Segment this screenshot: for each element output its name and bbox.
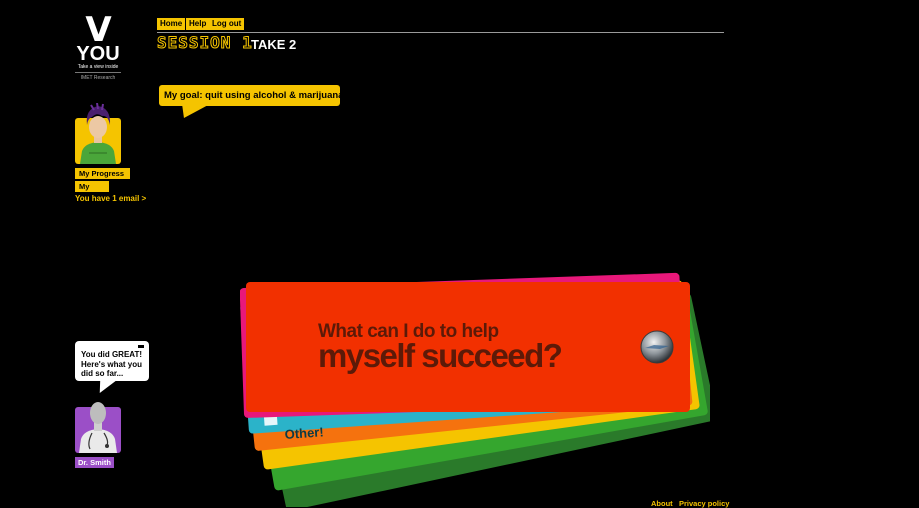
- goal-bubble-tail: [173, 104, 211, 118]
- doctor-bubble-line: did so far...: [81, 369, 124, 378]
- logo-divider: [75, 72, 121, 73]
- logout-button[interactable]: Log out: [209, 18, 245, 30]
- card-question-line2: myself succeed?: [318, 337, 563, 374]
- user-avatar[interactable]: [75, 103, 121, 164]
- doctor-bubble-tail: [93, 379, 119, 393]
- home-button[interactable]: Home: [157, 18, 186, 30]
- logo-word: YOU: [76, 43, 120, 65]
- my-progress-button[interactable]: My Progress: [75, 168, 130, 179]
- back-card-label: Other!: [284, 424, 324, 442]
- logo-mark: V: [85, 10, 111, 50]
- logo: V YOU Take a view inside IMET Research: [75, 10, 121, 83]
- logo-research: IMET Research: [80, 75, 116, 81]
- logo-tagline: Take a view inside: [77, 64, 119, 70]
- next-card-button[interactable]: [640, 330, 674, 364]
- minimize-icon[interactable]: [138, 345, 144, 348]
- goal-bubble: My goal: quit using alcohol & marijuana: [159, 85, 343, 106]
- help-button[interactable]: Help: [186, 18, 210, 30]
- email-notice-link[interactable]: You have 1 email >: [75, 194, 146, 203]
- doctor-bubble-line: You did GREAT!: [81, 350, 143, 359]
- my-page-button[interactable]: My Page: [75, 181, 109, 202]
- session-label: SESSION 1: [157, 33, 253, 52]
- doctor-bubble-line: Here's what you: [81, 359, 143, 369]
- take-label: TAKE 2: [251, 37, 297, 52]
- doctor-name-badge: Dr. Smith: [75, 457, 114, 468]
- doctor-avatar[interactable]: [75, 397, 121, 453]
